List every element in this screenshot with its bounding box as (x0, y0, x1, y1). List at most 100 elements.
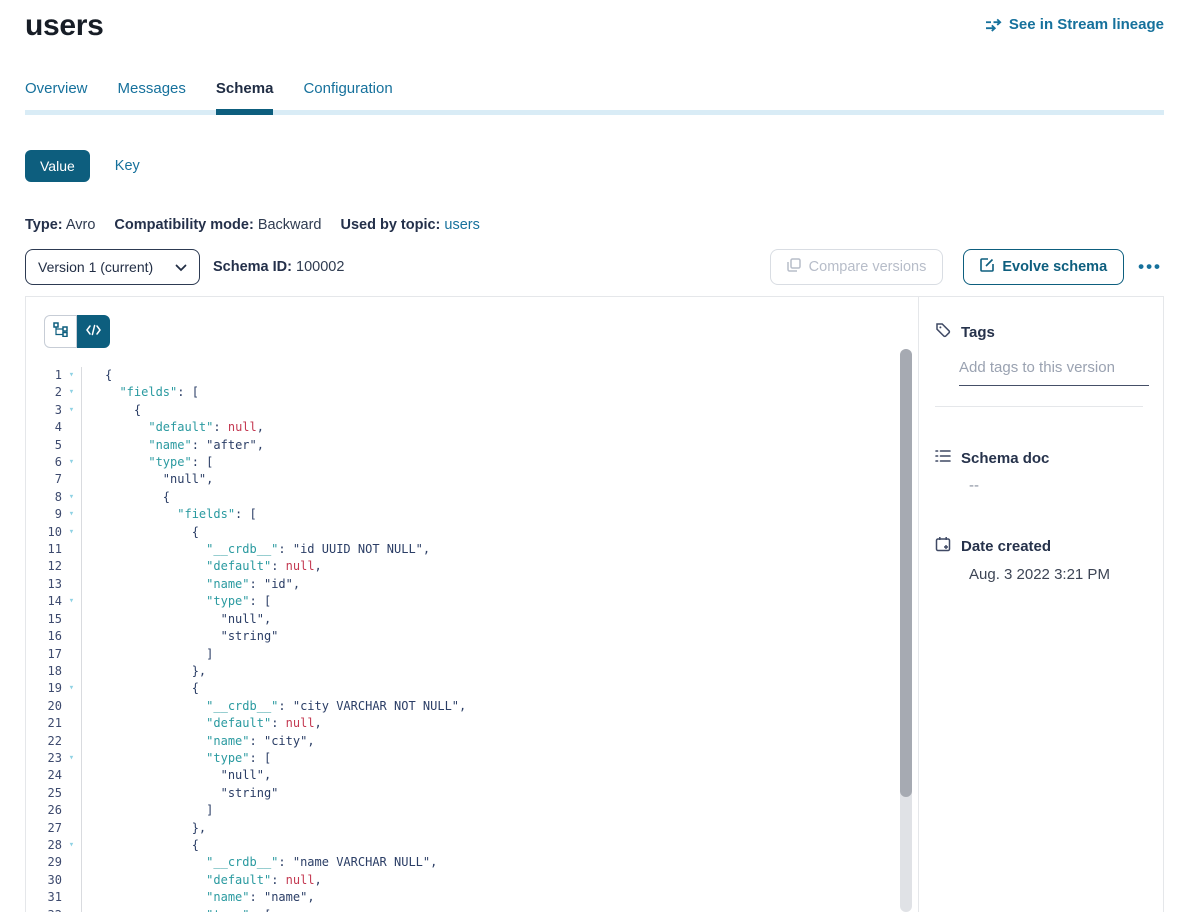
fold-gutter (62, 419, 82, 436)
tab-messages[interactable]: Messages (118, 80, 186, 110)
code-section: 1▾{2▾ "fields": [3▾ {4 "default": null,5… (26, 297, 919, 912)
line-number: 11 (26, 541, 62, 558)
code-text: "name": "name", (82, 889, 315, 906)
evolve-schema-button[interactable]: Evolve schema (963, 249, 1124, 285)
key-button[interactable]: Key (115, 158, 140, 174)
code-line: 1▾{ (26, 367, 898, 384)
tags-section: Tags (935, 322, 1143, 407)
date-created-value: Aug. 3 2022 3:21 PM (969, 566, 1143, 583)
version-bar: Version 1 (current) Schema ID: 100002 Co… (25, 249, 1164, 285)
chevron-down-icon (175, 259, 187, 275)
line-number: 3 (26, 402, 62, 419)
tab-configuration[interactable]: Configuration (303, 80, 392, 110)
fold-gutter (62, 541, 82, 558)
code-text: { (82, 524, 199, 541)
fold-gutter (62, 802, 82, 819)
fold-arrow[interactable]: ▾ (62, 367, 82, 384)
schema-meta: Type: Avro Compatibility mode: Backward … (25, 217, 1164, 233)
tree-view-toggle[interactable] (44, 315, 77, 348)
code-text: }, (82, 820, 206, 837)
line-number: 22 (26, 733, 62, 750)
fold-arrow[interactable]: ▾ (62, 837, 82, 854)
code-text: "default": null, (82, 872, 322, 889)
version-select[interactable]: Version 1 (current) (25, 249, 200, 285)
line-number: 9 (26, 506, 62, 523)
type-field: Type: Avro (25, 217, 95, 233)
compare-versions-button[interactable]: Compare versions (770, 249, 944, 285)
fold-arrow[interactable]: ▾ (62, 907, 82, 912)
fold-gutter (62, 785, 82, 802)
code-line: 17 ] (26, 646, 898, 663)
line-number: 26 (26, 802, 62, 819)
line-number: 5 (26, 437, 62, 454)
fold-arrow[interactable]: ▾ (62, 384, 82, 401)
topic-link[interactable]: users (444, 217, 479, 233)
line-number: 28 (26, 837, 62, 854)
tab-schema[interactable]: Schema (216, 80, 274, 110)
code-text: "name": "after", (82, 437, 264, 454)
fold-gutter (62, 437, 82, 454)
tab-overview[interactable]: Overview (25, 80, 88, 110)
code-text: "fields": [ (82, 384, 199, 401)
fold-gutter (62, 698, 82, 715)
fold-gutter (62, 663, 82, 680)
code-line: 18 }, (26, 663, 898, 680)
fold-arrow[interactable]: ▾ (62, 506, 82, 523)
code-text: "default": null, (82, 715, 322, 732)
code-line: 15 "null", (26, 611, 898, 628)
code-text: { (82, 367, 112, 384)
schema-doc-value: -- (969, 477, 1143, 494)
tab-bar: Overview Messages Schema Configuration (25, 80, 1164, 115)
divider (935, 406, 1143, 407)
fold-arrow[interactable]: ▾ (62, 680, 82, 697)
line-number: 27 (26, 820, 62, 837)
code-lines: 1▾{2▾ "fields": [3▾ {4 "default": null,5… (26, 367, 898, 912)
code-text: "name": "id", (82, 576, 300, 593)
tags-title: Tags (961, 324, 995, 341)
fold-arrow[interactable]: ▾ (62, 402, 82, 419)
code-text: }, (82, 663, 206, 680)
code-text: "null", (82, 767, 271, 784)
code-line: 25 "string" (26, 785, 898, 802)
line-number: 14 (26, 593, 62, 610)
code-line: 21 "default": null, (26, 715, 898, 732)
tags-input[interactable] (959, 359, 1149, 386)
code-line: 19▾ { (26, 680, 898, 697)
code-line: 11 "__crdb__": "id UUID NOT NULL", (26, 541, 898, 558)
copy-icon (787, 258, 801, 276)
code-line: 23▾ "type": [ (26, 750, 898, 767)
edit-icon (980, 258, 994, 276)
value-button[interactable]: Value (25, 150, 90, 182)
line-number: 31 (26, 889, 62, 906)
code-editor: 1▾{2▾ "fields": [3▾ {4 "default": null,5… (26, 367, 898, 912)
fold-arrow[interactable]: ▾ (62, 750, 82, 767)
fold-gutter (62, 471, 82, 488)
more-options-button[interactable]: ••• (1136, 253, 1164, 281)
line-number: 1 (26, 367, 62, 384)
code-line: 13 "name": "id", (26, 576, 898, 593)
line-number: 30 (26, 872, 62, 889)
scrollbar[interactable] (900, 349, 912, 797)
fold-gutter (62, 872, 82, 889)
code-view-toggle[interactable] (77, 315, 110, 348)
line-number: 21 (26, 715, 62, 732)
code-text: ] (82, 646, 213, 663)
fold-arrow[interactable]: ▾ (62, 593, 82, 610)
fold-gutter (62, 715, 82, 732)
calendar-plus-icon (935, 536, 951, 557)
code-line: 27 }, (26, 820, 898, 837)
line-number: 2 (26, 384, 62, 401)
fold-arrow[interactable]: ▾ (62, 524, 82, 541)
fold-gutter (62, 889, 82, 906)
code-line: 8▾ { (26, 489, 898, 506)
stream-lineage-link[interactable]: See in Stream lineage (985, 16, 1164, 33)
code-line: 14▾ "type": [ (26, 593, 898, 610)
line-number: 29 (26, 854, 62, 871)
code-text: "type": [ (82, 593, 271, 610)
schema-doc-title: Schema doc (961, 450, 1049, 467)
fold-arrow[interactable]: ▾ (62, 454, 82, 471)
line-number: 23 (26, 750, 62, 767)
line-number: 20 (26, 698, 62, 715)
code-line: 5 "name": "after", (26, 437, 898, 454)
fold-arrow[interactable]: ▾ (62, 489, 82, 506)
